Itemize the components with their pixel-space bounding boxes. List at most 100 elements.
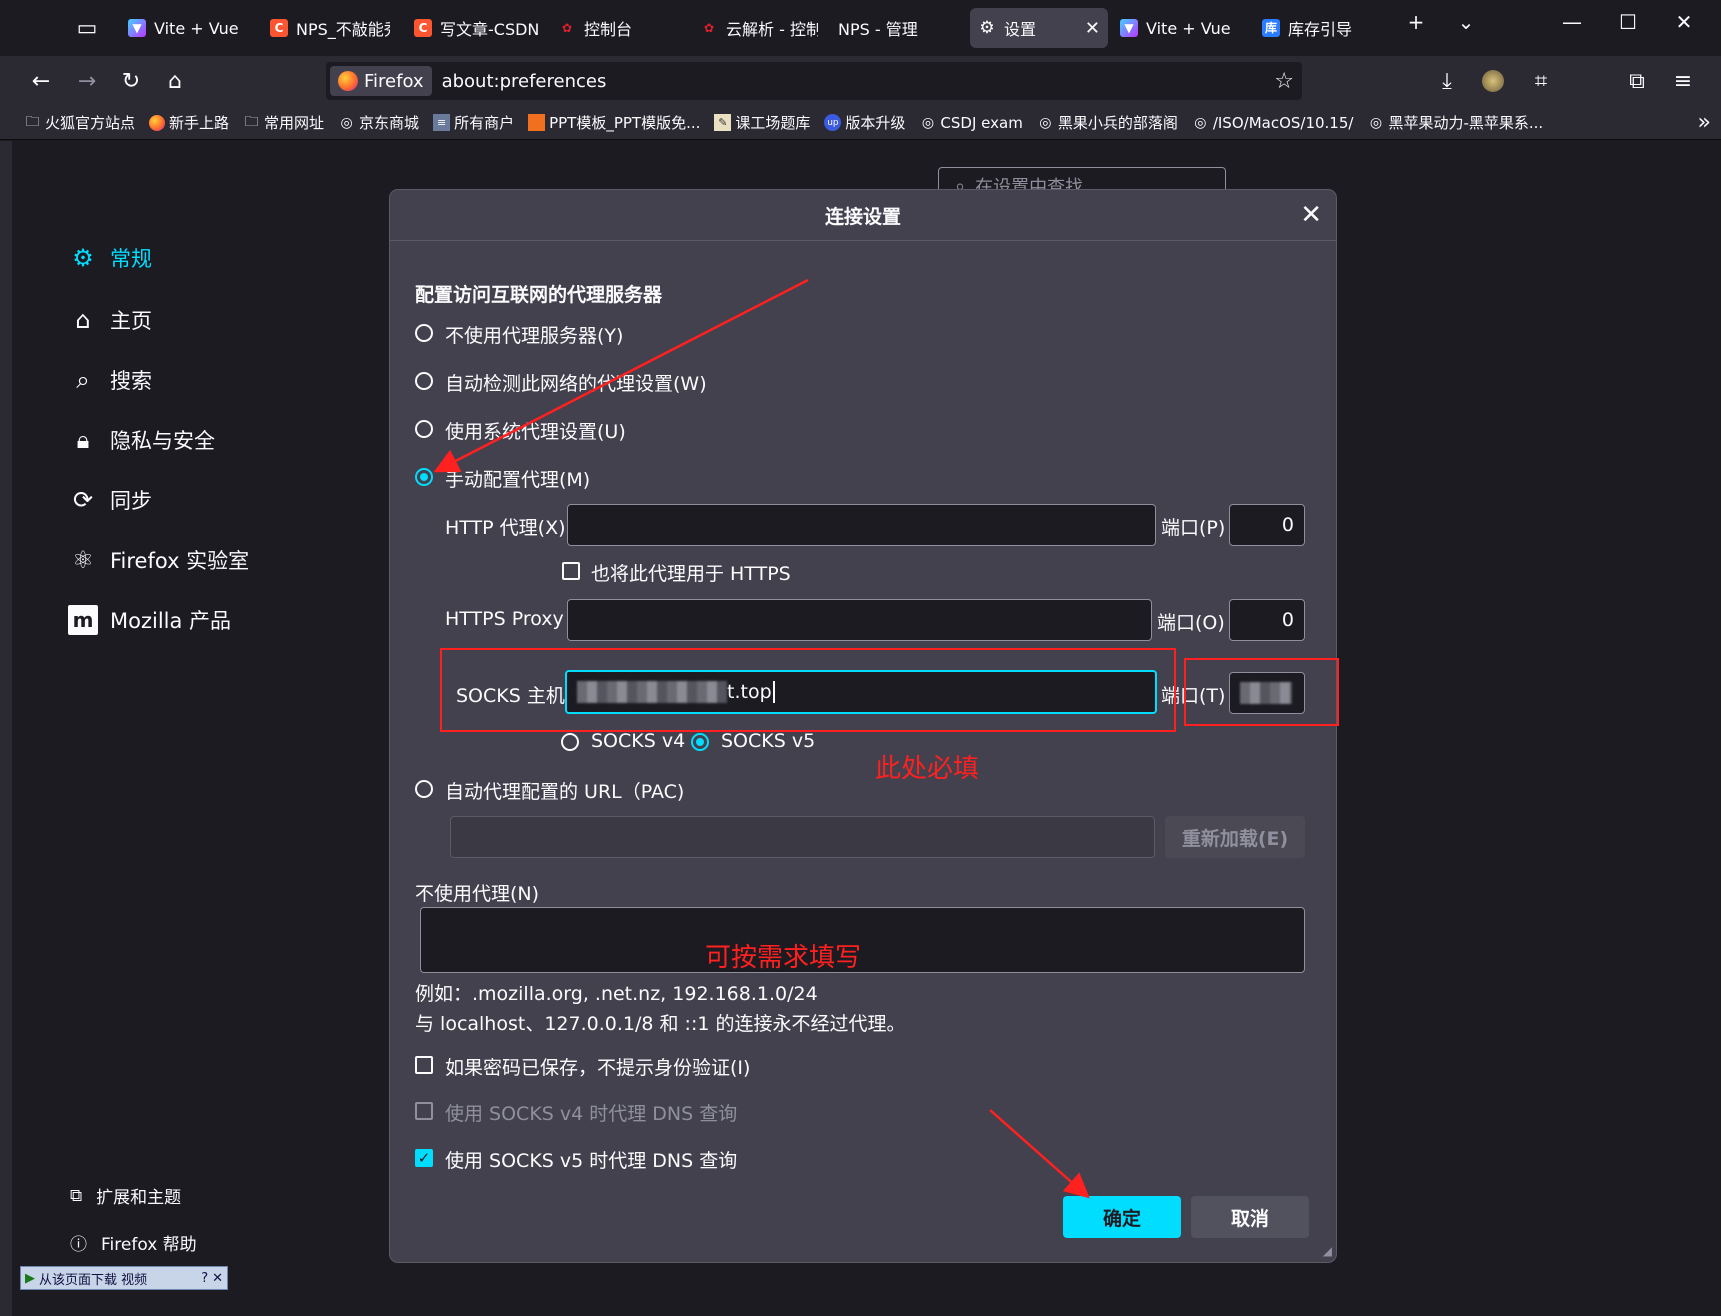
bookmark-star-icon[interactable]: ☆ xyxy=(1274,69,1294,94)
chevron-down-icon[interactable]: ⌄ xyxy=(1446,10,1486,34)
radio-system-proxy-label[interactable]: 使用系统代理设置(U) xyxy=(445,417,626,444)
back-icon[interactable]: ← xyxy=(26,66,56,96)
also-https-label[interactable]: 也将此代理用于 HTTPS xyxy=(591,559,791,586)
socks-v4-label[interactable]: SOCKS v4 xyxy=(591,730,685,752)
bookmark-item[interactable]: ◎ CSDJ exam xyxy=(919,114,1023,132)
radio-autodetect-label[interactable]: 自动检测此网络的代理设置(W) xyxy=(445,369,707,396)
ppt-icon xyxy=(528,114,546,131)
close-icon[interactable]: ✕ xyxy=(212,1271,223,1286)
dialog-title-text: 连接设置 xyxy=(824,205,901,228)
bookmark-item[interactable]: ◎ 京东商城 xyxy=(338,112,419,133)
radio-socks-v5[interactable] xyxy=(691,733,709,751)
socks-v5-dns-checkbox[interactable]: ✓ xyxy=(415,1149,433,1167)
video-download-bar[interactable]: ▶ 从该页面下载 视频 ? ✕ xyxy=(20,1266,228,1290)
http-port-value: 0 xyxy=(1281,514,1294,536)
tab-nps-csdn[interactable]: C NPS_不敲能秀 xyxy=(262,8,390,48)
sidebar-item-label: Firefox 实验室 xyxy=(110,549,250,573)
bookmark-item[interactable]: 🗀 常用网址 xyxy=(243,112,325,133)
new-tab-icon[interactable]: + xyxy=(1396,10,1436,34)
sidebar-item-general[interactable]: ⚙ 常规 xyxy=(68,243,152,273)
extensions-icon[interactable]: ⧉ xyxy=(1622,66,1652,96)
ok-button[interactable]: 确定 xyxy=(1063,1196,1181,1238)
tab-vite-vue-1[interactable]: ▼ Vite + Vue xyxy=(120,8,246,48)
tab-settings[interactable]: ⚙ 设置 ✕ xyxy=(970,8,1108,48)
radio-no-proxy-label[interactable]: 不使用代理服务器(Y) xyxy=(445,321,623,348)
bookmark-label: 常用网址 xyxy=(264,114,325,132)
bookmark-item[interactable]: up 版本升级 xyxy=(824,112,905,133)
no-auth-prompt-checkbox[interactable] xyxy=(415,1056,433,1074)
help-icon[interactable]: ? xyxy=(201,1271,208,1286)
reload-button-label: 重新加载(E) xyxy=(1181,827,1289,850)
radio-autodetect[interactable] xyxy=(415,372,433,390)
annotation-required: 此处必填 xyxy=(875,754,980,784)
maximize-icon[interactable]: ☐ xyxy=(1608,10,1648,34)
reload-icon[interactable]: ↻ xyxy=(116,66,146,96)
radio-socks-v4[interactable] xyxy=(561,733,579,751)
forward-icon[interactable]: → xyxy=(72,66,102,96)
minimize-icon[interactable]: — xyxy=(1552,10,1592,34)
url-bar[interactable]: Firefox about:preferences ☆ xyxy=(326,62,1302,100)
url-text[interactable]: about:preferences xyxy=(442,71,607,92)
menu-icon[interactable]: ≡ xyxy=(1668,66,1698,96)
socks-v4-dns-label: 使用 SOCKS v4 时代理 DNS 查询 xyxy=(445,1103,738,1125)
tab-inventory[interactable]: 库 库存引导 xyxy=(1254,8,1384,48)
radio-manual-proxy-label[interactable]: 手动配置代理(M) xyxy=(445,465,590,492)
also-https-checkbox[interactable] xyxy=(562,562,580,580)
puzzle-icon: ⧉ xyxy=(70,1185,83,1206)
https-port-input[interactable]: 0 xyxy=(1229,599,1305,641)
http-proxy-input[interactable] xyxy=(567,504,1156,546)
sidebar-item-search[interactable]: ⌕ 搜索 xyxy=(68,365,152,395)
radio-system-proxy[interactable] xyxy=(415,420,433,438)
close-icon[interactable]: ✕ xyxy=(1300,200,1322,230)
bookmarks-overflow-icon[interactable]: » xyxy=(1698,110,1711,135)
no-proxy-input[interactable] xyxy=(420,907,1305,973)
downloads-icon[interactable]: ⤓ xyxy=(1432,66,1462,96)
mozilla-icon: m xyxy=(68,605,98,635)
radio-manual-proxy[interactable] xyxy=(415,468,433,486)
bookmark-item[interactable]: ✎ 课工场题库 xyxy=(714,112,810,133)
sidebar-item-mozilla[interactable]: m Mozilla 产品 xyxy=(68,605,231,635)
bookmark-item[interactable]: 新手上路 xyxy=(149,112,229,133)
extensions-themes-link[interactable]: ⧉ 扩展和主题 xyxy=(70,1183,181,1209)
pac-url-input xyxy=(450,816,1155,858)
close-icon[interactable]: ✕ xyxy=(1085,18,1100,39)
bookmark-item[interactable]: 🗀 火狐官方站点 xyxy=(24,112,136,133)
bookmark-item[interactable]: ◎ /ISO/MacOS/10.15/ xyxy=(1192,114,1353,132)
resize-grip-icon[interactable]: ◢ xyxy=(1323,1244,1332,1258)
ok-button-label: 确定 xyxy=(1102,1207,1141,1230)
sidebar-item-home[interactable]: ⌂ 主页 xyxy=(68,305,152,335)
firefox-view-icon[interactable]: ▭ xyxy=(72,13,102,43)
radio-no-proxy[interactable] xyxy=(415,324,433,342)
bookmark-label: 京东商城 xyxy=(359,114,420,132)
bookmark-item[interactable]: ◎ 黑苹果动力-黑苹果系... xyxy=(1367,112,1543,133)
sidebar-item-sync[interactable]: ⟳ 同步 xyxy=(68,485,152,515)
tab-csdn-write[interactable]: C 写文章-CSDN xyxy=(406,8,538,48)
editor-edge xyxy=(0,141,12,1316)
socks-v5-dns-label[interactable]: 使用 SOCKS v5 时代理 DNS 查询 xyxy=(445,1146,737,1173)
nav-bar: ← → ↻ ⌂ Firefox about:preferences ☆ ⤓ ⌗ … xyxy=(0,56,1721,106)
pac-url-label[interactable]: 自动代理配置的 URL（PAC) xyxy=(445,777,684,804)
cancel-button[interactable]: 取消 xyxy=(1191,1196,1309,1238)
window-close-icon[interactable]: ✕ xyxy=(1664,10,1704,34)
bookmark-item[interactable]: PPT模板_PPT模版免... xyxy=(528,112,700,133)
socks-v5-label[interactable]: SOCKS v5 xyxy=(721,730,815,752)
no-auth-prompt-label[interactable]: 如果密码已保存，不提示身份验证(I) xyxy=(445,1053,750,1080)
sidebar-item-labs[interactable]: ⚛ Firefox 实验室 xyxy=(68,545,249,575)
tab-console[interactable]: ✿ 控制台 xyxy=(550,8,680,48)
identity-box[interactable]: Firefox xyxy=(330,66,432,96)
tab-label: NPS - 管理 xyxy=(838,20,918,39)
avatar[interactable] xyxy=(1478,66,1508,96)
bookmark-item[interactable]: ≡ 所有商户 xyxy=(433,112,514,133)
vite-icon: ▼ xyxy=(128,19,146,37)
sidebar-item-privacy[interactable]: 🔒︎ 隐私与安全 xyxy=(68,425,215,455)
crop-icon[interactable]: ⌗ xyxy=(1526,66,1556,96)
firefox-help-link[interactable]: ⓘ Firefox 帮助 xyxy=(70,1230,197,1255)
tab-cloud-dns[interactable]: ✿ 云解析 - 控制 xyxy=(692,8,818,48)
http-port-input[interactable]: 0 xyxy=(1229,504,1305,546)
https-proxy-input[interactable] xyxy=(567,599,1152,641)
tab-vite-vue-2[interactable]: ▼ Vite + Vue xyxy=(1112,8,1240,48)
tab-nps-admin[interactable]: NPS - 管理 xyxy=(830,8,960,48)
home-icon[interactable]: ⌂ xyxy=(160,66,190,96)
bookmark-item[interactable]: ◎ 黑果小兵的部落阁 xyxy=(1037,112,1178,133)
radio-pac-url[interactable] xyxy=(415,780,433,798)
